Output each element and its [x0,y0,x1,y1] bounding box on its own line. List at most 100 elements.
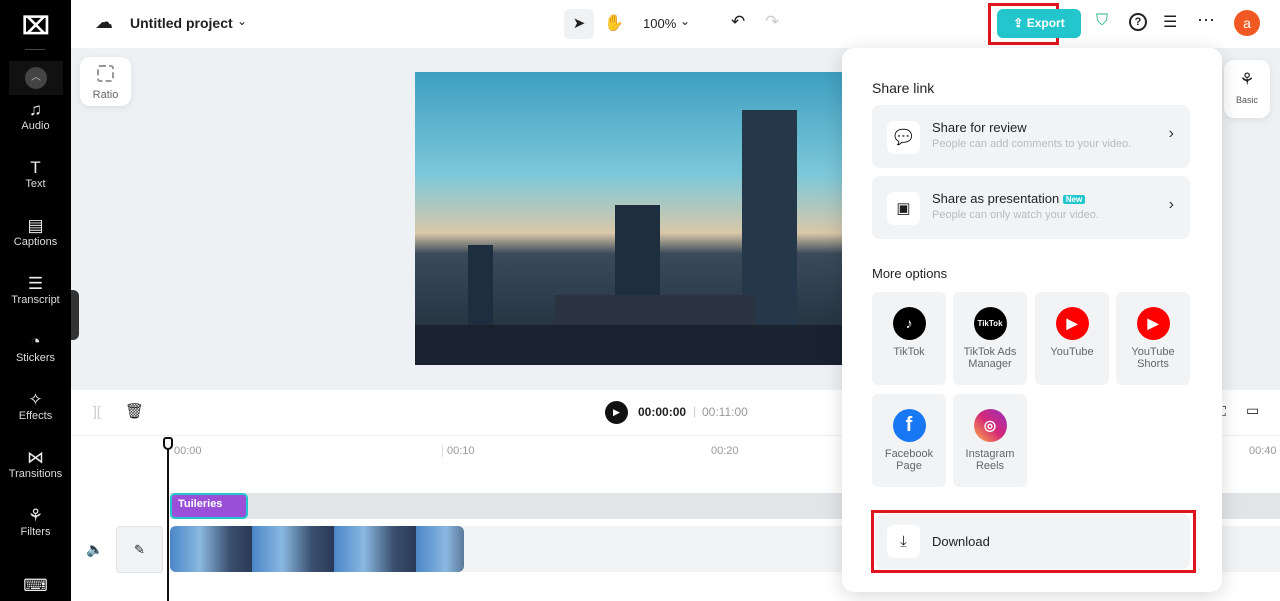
tiktok-ads-manager-option[interactable]: TikTok TikTok Ads Manager [953,292,1027,385]
export-button[interactable]: ⇪ Export [997,9,1081,38]
export-label: Export [1026,16,1065,30]
zoom-level[interactable]: 100% [643,16,676,31]
undo-icon[interactable]: ↶ [731,12,745,32]
chevron-down-icon[interactable]: ⌄ [237,14,247,28]
platform-label: TikTok [893,346,925,358]
sidebar-item-audio[interactable]: ♫ Audio [0,100,71,132]
preview-icon[interactable]: ▭ [1246,402,1259,419]
text-clip-label: Tuileries [178,498,223,510]
keyboard-shortcuts-button[interactable]: ⌨ [0,576,71,596]
sidebar-item-transitions[interactable]: ⋈ Transitions [0,448,71,480]
top-bar: ☁ Untitled project ⌄ ➤ ✋ 100% ⌄ ↶ ↷ ⇪ Ex… [71,0,1280,48]
mute-icon[interactable]: 🔈 [86,541,103,558]
option-subtitle: People can add comments to your video. [932,138,1132,150]
download-icon: ⤓ [887,525,920,558]
delete-icon[interactable]: 🗑 [125,402,144,420]
chevron-up-icon: ︿ [25,67,47,89]
total-time: 00:11:00 [702,405,748,419]
new-badge: New [1062,195,1086,205]
facebook-icon: f [892,409,926,442]
capcut-logo-icon[interactable]: ⌧ [22,14,50,40]
sidebar-collapse-handle[interactable] [71,290,79,340]
playhead[interactable] [167,437,169,601]
share-link-heading: Share link [872,80,935,96]
option-title: Share as presentation [932,191,1060,206]
divider: | [693,404,697,418]
label: Effects [18,410,53,422]
split-icon: ][ [93,403,101,419]
facebook-page-option[interactable]: f Facebook Page [872,394,946,487]
text-clip[interactable]: Tuileries [170,493,248,519]
captions-icon: ▤ [27,216,44,235]
platform-label: Instagram Reels [965,448,1015,472]
cover-edit-button[interactable]: ✎ [116,526,163,573]
instagram-reels-option[interactable]: ◎ Instagram Reels [953,394,1027,487]
chevron-right-icon: › [1168,125,1174,142]
hand-tool-icon[interactable]: ✋ [604,13,624,33]
project-title[interactable]: Untitled project [130,15,233,31]
basic-label: Basic [1235,95,1258,105]
youtube-icon: ▶ [1136,307,1170,340]
share-for-review-option[interactable]: 💬 Share for review People can add commen… [872,105,1190,168]
filters-icon: ⚘ [27,506,44,525]
upload-icon: ⇪ [1013,16,1027,30]
sidebar-item-text[interactable]: T Text [0,158,71,190]
ratio-icon [97,65,114,82]
keyboard-icon: ⌨ [23,576,48,595]
youtube-option[interactable]: ▶ YouTube [1035,292,1109,385]
instagram-icon: ◎ [973,409,1007,442]
ratio-label: Ratio [92,89,119,101]
video-preview[interactable] [415,72,843,365]
play-button[interactable]: ▶ [605,401,628,424]
video-clip[interactable] [170,526,464,572]
download-label: Download [932,534,990,549]
comment-icon: 💬 [887,121,920,154]
sidebar-item-effects[interactable]: ✧ Effects [0,390,71,422]
shield-check-icon[interactable]: ⛉ [1096,12,1108,30]
chevron-right-icon: › [1168,196,1174,213]
tiktok-option[interactable]: ♪ TikTok [872,292,946,385]
avatar[interactable]: a [1234,10,1260,36]
platform-label: YouTube [1050,346,1094,358]
current-time: 00:00:00 [638,405,687,419]
select-tool-button[interactable]: ➤ [564,9,594,39]
filters-icon: ⚘ [1239,70,1255,89]
sidebar-item-stickers[interactable]: ◔ Stickers [0,332,71,364]
transcript-icon: ☰ [27,274,44,293]
youtube-icon: ▶ [1055,307,1089,340]
sidebar-item-filters[interactable]: ⚘ Filters [0,506,71,538]
collapse-up-button[interactable]: ︿ [9,61,63,95]
label: Audio [21,120,50,132]
share-as-presentation-option[interactable]: ▣ Share as presentation New People can o… [872,176,1190,239]
redo-icon: ↷ [765,12,780,31]
option-title: Share for review [932,120,1027,135]
tick-label: 00:20 [711,445,739,457]
sidebar: ⌧ ︿ ♫ Audio T Text ▤ Captions ☰ Transcript ◔… [0,0,71,601]
text-icon: T [30,158,41,177]
sidebar-item-transcript[interactable]: ☰ Transcript [0,274,71,306]
layers-icon[interactable]: ☰ [1163,12,1177,32]
label: Stickers [15,352,56,364]
music-note-icon: ♫ [29,100,42,119]
label: Transitions [8,468,63,480]
label: Captions [13,236,58,248]
more-options-heading: More options [872,266,948,281]
more-icon[interactable]: ⋯ [1197,10,1215,31]
playhead-handle[interactable] [163,437,173,450]
youtube-shorts-option[interactable]: ▶ YouTube Shorts [1116,292,1190,385]
divider [25,49,45,50]
tiktok-icon: ♪ [892,307,926,340]
export-panel: Share link 💬 Share for review People can… [842,48,1222,592]
tick-label: 00:40 [1249,445,1277,457]
ratio-button[interactable]: Ratio [80,57,131,106]
chevron-down-icon[interactable]: ⌄ [680,14,690,28]
option-subtitle: People can only watch your video. [932,209,1099,221]
platform-label: YouTube Shorts [1131,346,1175,370]
platform-label: TikTok Ads Manager [963,346,1017,370]
sidebar-item-captions[interactable]: ▤ Captions [0,216,71,248]
download-button[interactable]: ⤓ Download [875,514,1190,569]
basic-panel-button[interactable]: ⚘ Basic [1224,60,1270,118]
help-icon[interactable]: ? [1129,13,1147,31]
effects-icon: ✧ [28,390,43,409]
tick-label: 00:10 [442,445,475,457]
